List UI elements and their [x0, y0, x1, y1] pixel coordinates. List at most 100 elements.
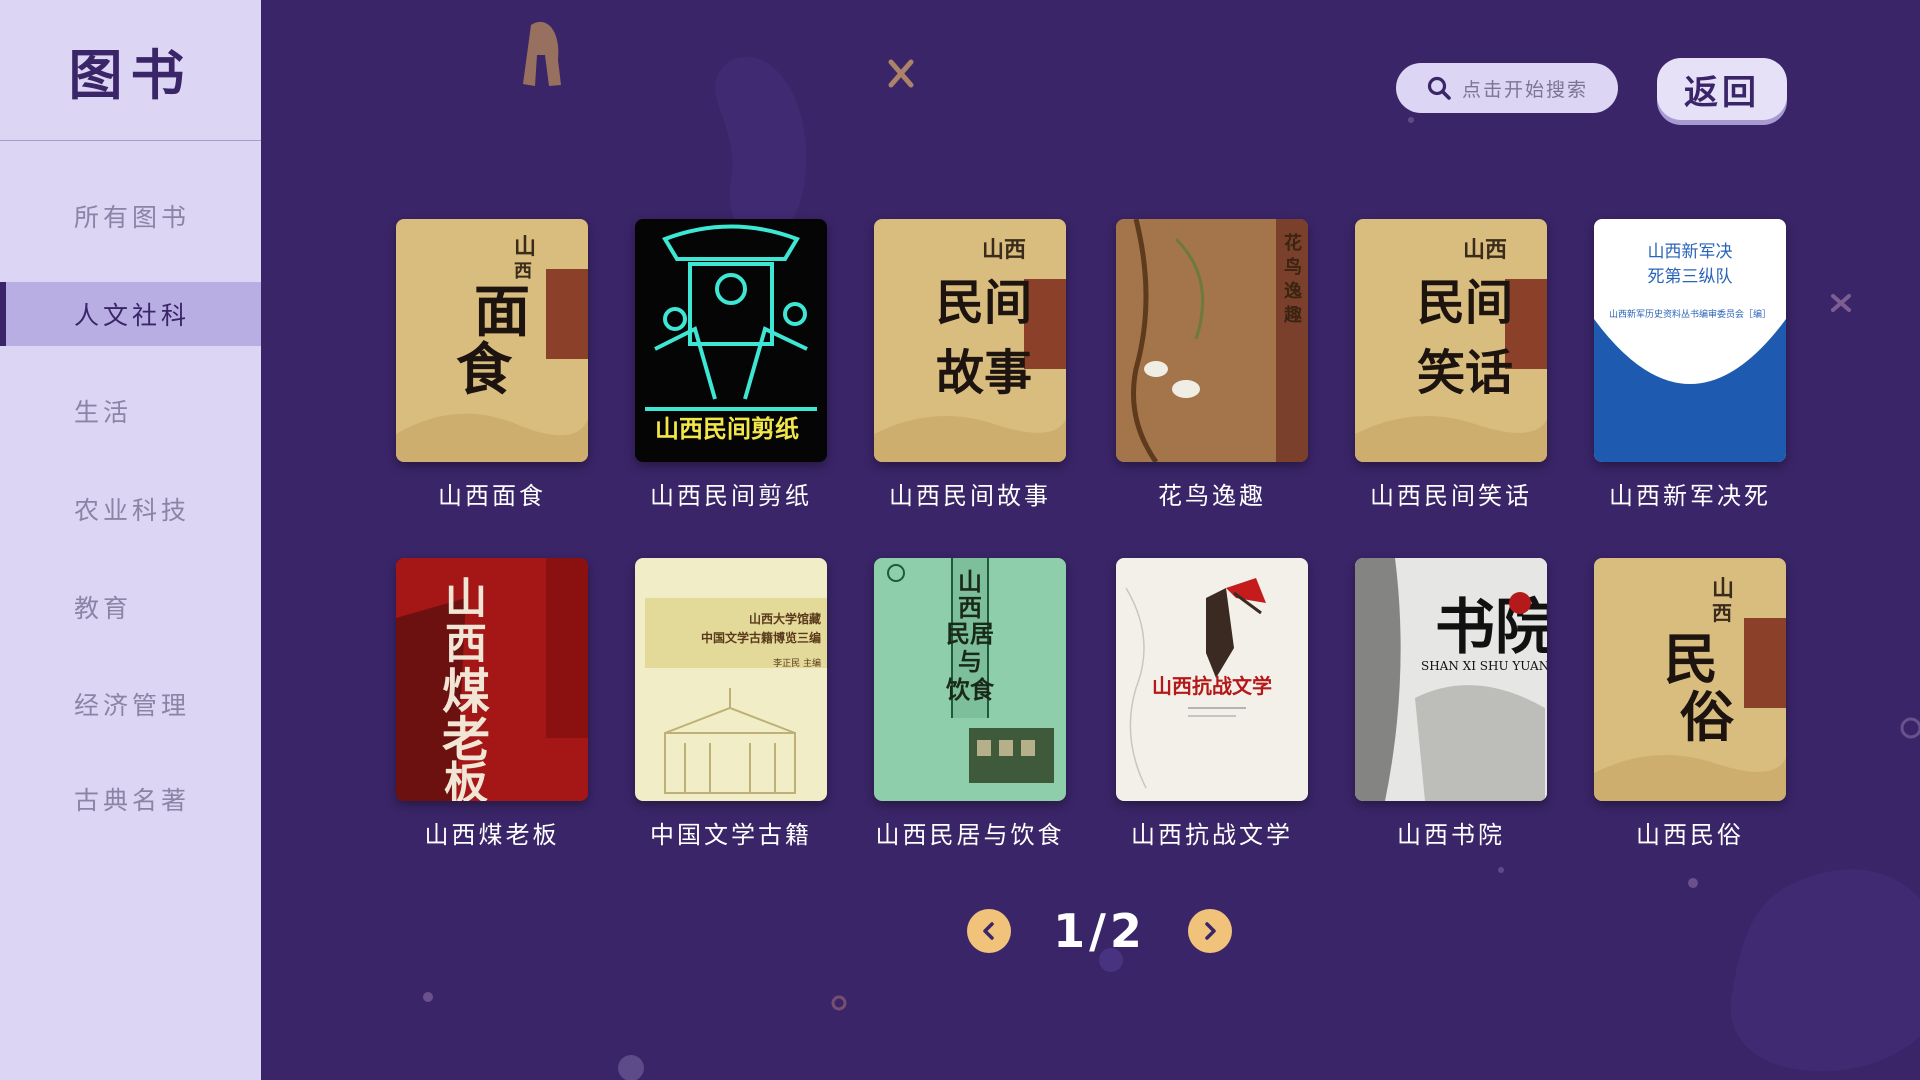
book-card[interactable]: 山西抗战文学 山西抗战文学: [1116, 558, 1308, 850]
cover-title-text: 山: [514, 234, 536, 260]
book-cover: 山西大学馆藏 中国文学古籍博览三编 李正民 主编: [635, 558, 827, 801]
cover-title-text: 民: [1664, 627, 1718, 691]
book-cover: 山西 民间 故事: [874, 219, 1066, 462]
chevron-right-icon: [1205, 922, 1216, 940]
cover-title-text: 与: [958, 647, 982, 676]
book-card[interactable]: 书院 SHAN XI SHU YUAN 山西书院: [1355, 558, 1547, 850]
cover-title-text: 山: [958, 567, 982, 596]
book-card[interactable]: 山西 民间 笑话 山西民间笑话: [1355, 219, 1547, 511]
search-input[interactable]: 点击开始搜索: [1396, 63, 1618, 113]
cover-art: 山 西 民 俗: [1594, 576, 1786, 801]
current-page: 1: [1053, 904, 1090, 958]
cover-art: 山西 民间 故事: [874, 237, 1066, 462]
chevron-left-icon: [983, 922, 994, 940]
next-page-button[interactable]: [1188, 909, 1232, 953]
book-title: 山西面食: [438, 482, 546, 510]
book-cover: 书院 SHAN XI SHU YUAN: [1355, 558, 1547, 801]
sidebar-item-life[interactable]: 生活: [0, 379, 261, 443]
cover-title-text: 食: [456, 337, 513, 403]
main-content: 点击开始搜索 返回 山 西 面 食 山西面食 山西民间剪纸 山西民间剪纸 山西 …: [261, 0, 1920, 1080]
cover-title-text: 逸: [1284, 280, 1302, 302]
book-card[interactable]: 山 西 煤 老 板 山西煤老板: [396, 558, 588, 850]
cover-title-text: 山: [445, 574, 487, 623]
book-title: 山西新军决死: [1609, 482, 1771, 510]
sidebar-item-humanities[interactable]: 人文社科: [0, 282, 261, 346]
cover-title-text: 民居: [946, 619, 994, 648]
prev-page-button[interactable]: [967, 909, 1011, 953]
book-title: 山西煤老板: [424, 821, 560, 849]
cover-subtitle-text: SHAN XI SHU YUAN: [1421, 659, 1547, 673]
cover-subtitle-text: 山西新军历史资料丛书编审委员会［编］: [1609, 308, 1771, 320]
sidebar-item-agriculture[interactable]: 农业科技: [0, 477, 261, 541]
cover-title-text: 西: [445, 619, 487, 668]
cover-art: 山西抗战文学: [1125, 578, 1272, 789]
sidebar-item-education[interactable]: 教育: [0, 575, 261, 639]
book-cover: 山西 民间 笑话: [1355, 219, 1547, 462]
cover-title-text: 饮食: [945, 675, 995, 704]
book-cover: 山西新军决 死第三纵队 山西新军历史资料丛书编审委员会［编］: [1594, 219, 1786, 462]
cover-title-text: 山西民间剪纸: [655, 414, 799, 443]
cover-art: 山西大学馆藏 中国文学古籍博览三编 李正民 主编: [645, 598, 827, 794]
sidebar-item-economics[interactable]: 经济管理: [0, 672, 261, 736]
cover-art: 山西 民间 笑话: [1355, 237, 1547, 462]
cover-title-text: 俗: [1680, 685, 1735, 749]
sidebar-item-all-books[interactable]: 所有图书: [0, 184, 261, 248]
book-card[interactable]: 山西大学馆藏 中国文学古籍博览三编 李正民 主编 中国文学古籍: [635, 558, 827, 850]
total-pages: 2: [1109, 904, 1146, 958]
sidebar-item-classics[interactable]: 古典名著: [0, 767, 261, 831]
book-card[interactable]: 山西 民间 故事 山西民间故事: [874, 219, 1066, 511]
cover-title-text: 死第三纵队: [1648, 267, 1733, 287]
book-cover: 山 西 民居 与 饮食: [874, 558, 1066, 801]
cover-title-text: 面: [474, 279, 530, 345]
search-placeholder: 点击开始搜索: [1462, 78, 1589, 101]
book-cover: 山 西 煤 老 板: [396, 558, 588, 801]
cover-title-text: 山西抗战文学: [1152, 674, 1272, 698]
book-title: 中国文学古籍: [650, 821, 812, 849]
cover-title-text: 山: [1712, 576, 1734, 602]
back-button[interactable]: 返回: [1657, 58, 1787, 120]
cover-art: 书院 SHAN XI SHU YUAN: [1355, 558, 1547, 801]
cover-title-text: 山西: [1463, 237, 1507, 263]
cover-title-text: 民间: [936, 275, 1032, 331]
cover-title-text: 笑话: [1417, 345, 1513, 401]
book-cover: 山西抗战文学: [1116, 558, 1308, 801]
pagination: 1/2: [967, 904, 1232, 958]
cover-art: 花 鸟 逸 趣: [1116, 219, 1308, 462]
cover-title-text: 花: [1284, 232, 1302, 254]
search-icon: [1427, 76, 1451, 100]
book-title: 山西民间笑话: [1370, 482, 1532, 510]
cover-title-text: 山西新军决: [1648, 242, 1733, 262]
cover-subtitle-text: 李正民 主编: [773, 657, 821, 669]
book-title: 山西书院: [1397, 821, 1505, 849]
cover-title-text: 鸟: [1284, 256, 1302, 278]
cover-art: 山西新军决 死第三纵队 山西新军历史资料丛书编审委员会［编］: [1594, 242, 1786, 462]
cover-title-text: 山西: [982, 237, 1026, 263]
cover-title-text: 民间: [1417, 275, 1513, 331]
cover-art: 山 西 煤 老 板: [396, 558, 588, 801]
book-card[interactable]: 山 西 民居 与 饮食 山西民居与饮食: [874, 558, 1066, 850]
book-card[interactable]: 山西民间剪纸 山西民间剪纸: [635, 219, 827, 511]
book-card[interactable]: 山 西 民 俗 山西民俗: [1594, 558, 1786, 850]
page-title: 图书: [0, 0, 261, 141]
cover-art: 山西民间剪纸: [645, 224, 817, 443]
page-indicator: 1/2: [1053, 904, 1146, 958]
cover-title-text: 中国文学古籍博览三编: [701, 630, 821, 645]
cover-title-text: 西: [958, 593, 982, 622]
book-cover: 山西民间剪纸: [635, 219, 827, 462]
book-cover: 花 鸟 逸 趣: [1116, 219, 1308, 462]
cover-title-text: 山西大学馆藏: [749, 611, 821, 626]
page-separator: /: [1089, 904, 1110, 958]
cover-title-text: 西: [1712, 601, 1732, 625]
book-title: 山西民俗: [1636, 821, 1744, 849]
book-cover: 山 西 面 食: [396, 219, 588, 462]
book-card[interactable]: 花 鸟 逸 趣 花鸟逸趣: [1116, 219, 1308, 511]
book-title: 花鸟逸趣: [1158, 482, 1266, 510]
book-title: 山西民间剪纸: [650, 482, 812, 510]
cover-title-text: 板: [444, 758, 488, 801]
book-card[interactable]: 山 西 面 食 山西面食: [396, 219, 588, 511]
book-title: 山西民间故事: [889, 482, 1051, 510]
book-card[interactable]: 山西新军决 死第三纵队 山西新军历史资料丛书编审委员会［编］ 山西新军决死: [1594, 219, 1786, 511]
cover-title-text: 趣: [1283, 305, 1303, 326]
cover-art: 山 西 民居 与 饮食: [887, 558, 1054, 783]
book-title: 山西抗战文学: [1131, 821, 1293, 849]
